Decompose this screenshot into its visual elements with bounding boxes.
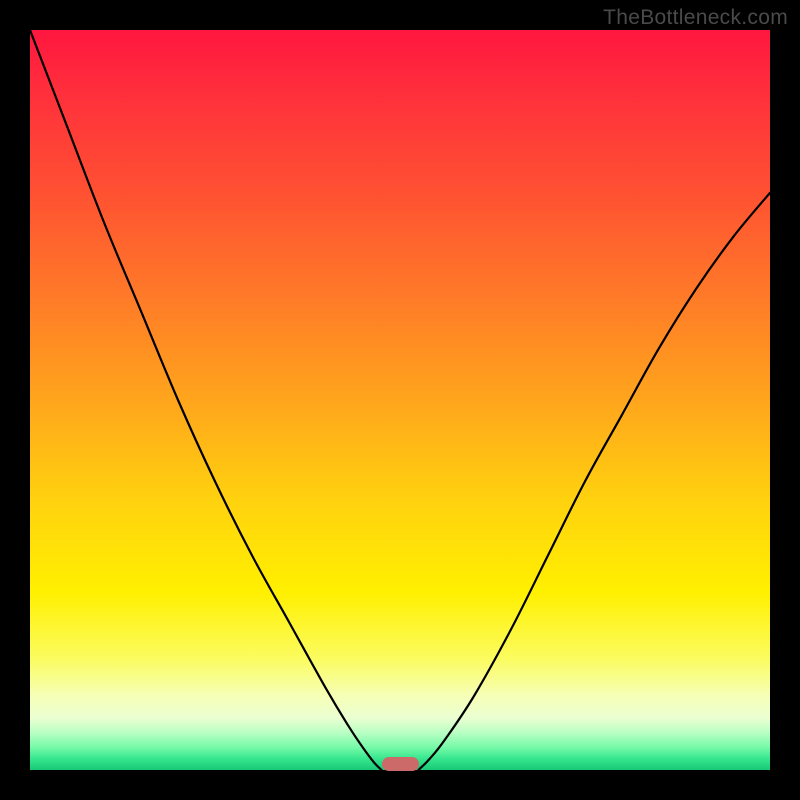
curve-left-branch [30, 30, 382, 770]
chart-frame: TheBottleneck.com [0, 0, 800, 800]
curve-right-branch [419, 193, 771, 770]
watermark-text: TheBottleneck.com [603, 6, 788, 30]
bottleneck-marker [382, 757, 419, 771]
bottleneck-curve [30, 30, 770, 770]
plot-area [30, 30, 770, 770]
